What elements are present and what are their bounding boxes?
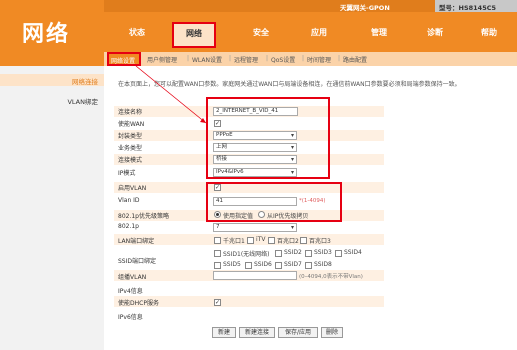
- annotation-arrow: [135, 65, 207, 124]
